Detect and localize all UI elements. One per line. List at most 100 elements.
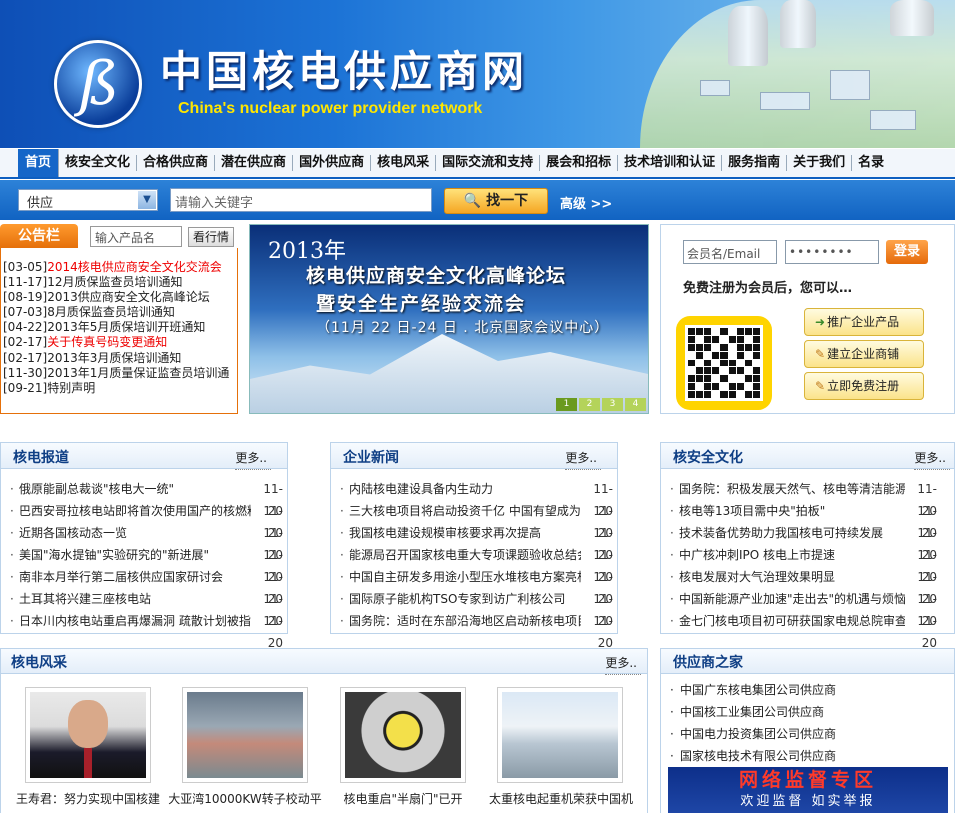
nav-item-training[interactable]: 技术培训和认证: [618, 155, 723, 171]
more-link[interactable]: 更多..: [565, 449, 601, 470]
more-link[interactable]: 更多..: [914, 449, 950, 470]
list-item[interactable]: 中国电力投资集团公司供应商: [668, 723, 836, 745]
key-icon: ✎: [815, 347, 826, 361]
login-button[interactable]: 登录: [886, 240, 928, 264]
list-item[interactable]: 内陆核电建设具备内生动力11-20: [339, 478, 617, 518]
supplier-list: 中国广东核电集团公司供应商 中国核工业集团公司供应商 中国电力投资集团公司供应商…: [668, 679, 836, 767]
list-item[interactable]: 巴西安哥拉核电站即将首次使用国产的核燃料11-20: [9, 500, 287, 540]
gallery-photo[interactable]: [182, 687, 308, 783]
list-item[interactable]: 近期各国核动态一览11-20: [9, 522, 287, 562]
notice-item[interactable]: [03-05]2014核电供应商安全文化交流会: [3, 260, 237, 275]
list-item[interactable]: 核电等13项目需中央"拍板"11-20: [669, 500, 954, 540]
list-item[interactable]: 中广核冲刺IPO 核电上市提速11-20: [669, 544, 954, 584]
portrait-image: [30, 692, 146, 778]
list-item[interactable]: 南非本月举行第二届核供应国家研讨会11-20: [9, 566, 287, 606]
search-button[interactable]: 🔍 找一下: [444, 188, 548, 214]
product-name-input[interactable]: 输入产品名: [90, 226, 182, 247]
nav-item-international[interactable]: 国际交流和支持: [436, 155, 541, 171]
nav-item-safety-culture[interactable]: 核安全文化: [59, 155, 138, 171]
search-button-label: 找一下: [486, 193, 529, 209]
list-item[interactable]: 国务院：适时在东部沿海地区启动新核电项目11-20: [339, 610, 617, 650]
list-item[interactable]: 日本川内核电站重启再爆漏洞 疏散计划被指不11-20: [9, 610, 287, 650]
chevron-down-icon[interactable]: ▼: [138, 191, 156, 209]
list-item[interactable]: 国际原子能机构TSO专家到访广利核公司11-20: [339, 588, 617, 628]
gallery-caption[interactable]: 太重核电起重机荣获中国机: [481, 790, 641, 807]
gallery-caption[interactable]: 核电重启"半扇门"已开: [323, 790, 483, 807]
notice-item[interactable]: [02-17]2013年3月质保培训通知: [3, 351, 237, 366]
view-market-button[interactable]: 看行情: [188, 227, 234, 247]
arrow-right-icon: ➜: [815, 315, 826, 329]
event-slideshow[interactable]: 2013年 核电供应商安全文化高峰论坛 暨安全生产经验交流会 （11月 22 日…: [249, 224, 649, 414]
list-item[interactable]: 中国核工业集团公司供应商: [668, 701, 836, 723]
notice-item[interactable]: [07-03]8月质保监查员培训通知: [3, 305, 237, 320]
gallery-title: 核电风采: [11, 655, 67, 671]
slide-page-4[interactable]: 4: [625, 398, 646, 411]
company-news-panel: 企业新闻 更多.. 内陆核电建设具备内生动力11-20 三大核电项目将启动投资千…: [330, 442, 618, 650]
notice-item[interactable]: [11-17]12月质保监查员培训通知: [3, 275, 237, 290]
site-banner: ß 中国核电供应商网 China's nuclear power provide…: [0, 0, 955, 148]
site-title: 中国核电供应商网: [160, 47, 529, 96]
notice-item[interactable]: [11-30]2013年1月质量保证监查员培训通: [3, 366, 237, 381]
promote-products-button[interactable]: ➜ 推广企业产品: [804, 308, 924, 336]
nav-item-directory[interactable]: 名录: [852, 155, 890, 171]
key-icon: ✎: [815, 379, 826, 393]
gallery-photo[interactable]: [25, 687, 151, 783]
network-supervision-banner[interactable]: 网络监督专区 欢迎监督 如实举报: [668, 767, 948, 813]
list-item[interactable]: 核电发展对大气治理效果明显11-20: [669, 566, 954, 606]
notice-item[interactable]: [02-17]关于传真号码变更通知: [3, 335, 237, 350]
more-link[interactable]: 更多..: [605, 654, 641, 675]
username-input[interactable]: 会员名/Email: [683, 240, 777, 264]
list-item[interactable]: 国家核电技术有限公司供应商: [668, 745, 836, 767]
advanced-search-link[interactable]: 高级 >>: [560, 193, 612, 212]
list-item[interactable]: 土耳其将兴建三座核电站11-20: [9, 588, 287, 628]
create-shop-button[interactable]: ✎ 建立企业商铺: [804, 340, 924, 368]
slide-page-3[interactable]: 3: [602, 398, 623, 411]
list-item[interactable]: 国务院：积极发展天然气、核电等清洁能源11-20: [669, 478, 954, 518]
slide-page-2[interactable]: 2: [579, 398, 600, 411]
gallery-photo[interactable]: [340, 687, 466, 783]
slide-page-1[interactable]: 1: [556, 398, 577, 411]
password-input[interactable]: ••••••••: [785, 240, 879, 264]
nav-item-foreign-suppliers[interactable]: 国外供应商: [293, 155, 372, 171]
safety-culture-panel: 核安全文化 更多.. 国务院：积极发展天然气、核电等清洁能源11-20 核电等1…: [660, 442, 955, 650]
nav-item-potential-suppliers[interactable]: 潜在供应商: [215, 155, 294, 171]
gallery-photo[interactable]: [497, 687, 623, 783]
free-register-button[interactable]: ✎ 立即免费注册: [804, 372, 924, 400]
nav-item-service-guide[interactable]: 服务指南: [722, 155, 788, 171]
search-input[interactable]: 请输入关键字: [170, 188, 432, 212]
list-item[interactable]: 技术装备优势助力我国核电可持续发展11-20: [669, 522, 954, 562]
nav-item-exhibitions[interactable]: 展会和招标: [540, 155, 619, 171]
nav-item-nuclear-gallery[interactable]: 核电风采: [371, 155, 437, 171]
gallery-caption[interactable]: 王寿君：努力实现中国核建: [8, 790, 168, 807]
site-subtitle: China's nuclear power provider network: [178, 100, 483, 117]
more-link[interactable]: 更多..: [235, 449, 271, 470]
list-item[interactable]: 中国新能源产业加速"走出去"的机遇与烦恼11-20: [669, 588, 954, 628]
panel-title: 核电报道: [13, 450, 69, 466]
list-item[interactable]: 中国广东核电集团公司供应商: [668, 679, 836, 701]
register-prompt: 免费注册为会员后，您可以…: [683, 281, 853, 296]
list-item[interactable]: 我国核电建设规模审核要求再次提高11-20: [339, 522, 617, 562]
list-item[interactable]: 三大核电项目将启动投资千亿 中国有望成为核11-20: [339, 500, 617, 540]
crane-building-image: [502, 692, 618, 778]
slide-date-venue: （11月 22 日-24 日 . 北京国家会议中心）: [316, 320, 610, 336]
notice-tab[interactable]: 公告栏: [0, 224, 78, 248]
notice-item[interactable]: [04-22]2013年5月质保培训开班通知: [3, 320, 237, 335]
main-nav: 首页 核安全文化 合格供应商 潜在供应商 国外供应商 核电风采 国际交流和支持 …: [0, 149, 955, 179]
list-item[interactable]: 美国"海水提铀"实验研究的"新进展"11-20: [9, 544, 287, 584]
gallery-caption[interactable]: 大亚湾10000KW转子校动平: [165, 790, 325, 807]
list-item[interactable]: 中国自主研发多用途小型压水堆核电方案亮相11-20: [339, 566, 617, 606]
supplier-home-title: 供应商之家: [673, 655, 743, 671]
list-item[interactable]: 金七门核电项目初可研获国家电规总院审查11-20: [669, 610, 954, 650]
nav-item-qualified-suppliers[interactable]: 合格供应商: [137, 155, 216, 171]
nav-item-about[interactable]: 关于我们: [787, 155, 853, 171]
notice-item[interactable]: [09-21]特别声明: [3, 381, 237, 396]
list-item[interactable]: 能源局召开国家核电重大专项课题验收总结会11-20: [339, 544, 617, 584]
slide-pager: 1 2 3 4: [556, 398, 646, 411]
notice-item[interactable]: [08-19]2013供应商安全文化高峰论坛: [3, 290, 237, 305]
list-item[interactable]: 俄原能副总裁谈"核电大一统"11-20: [9, 478, 287, 518]
nav-item-home[interactable]: 首页: [18, 149, 60, 177]
site-logo-icon[interactable]: ß: [54, 40, 142, 128]
slide-title: 核电供应商安全文化高峰论坛: [306, 265, 567, 287]
search-category-select[interactable]: 供应 ▼: [18, 189, 158, 211]
supervision-title: 网络监督专区: [738, 769, 877, 791]
